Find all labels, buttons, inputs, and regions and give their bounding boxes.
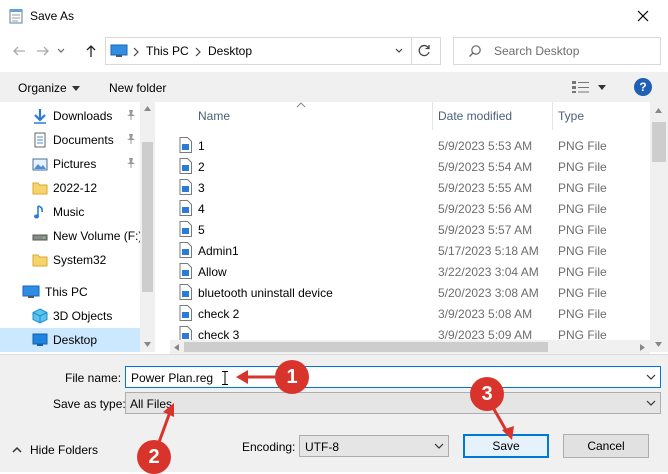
annotation-badge-3: 3: [470, 377, 504, 411]
annotation-arrows: [0, 0, 668, 472]
annotation-badge-2: 2: [137, 440, 171, 474]
annotation-badge-1: 1: [275, 360, 309, 394]
